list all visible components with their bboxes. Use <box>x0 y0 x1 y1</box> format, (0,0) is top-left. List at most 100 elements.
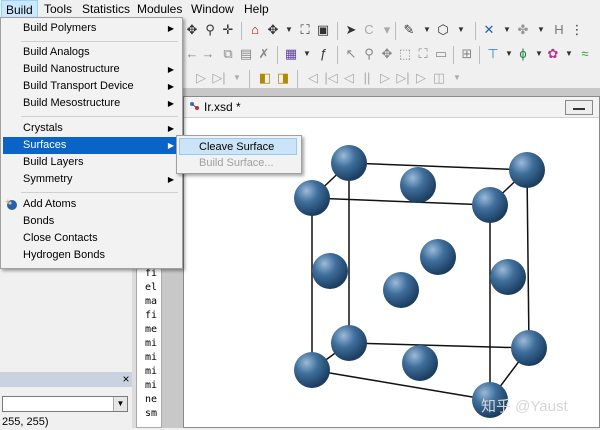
clean-icon[interactable]: H <box>551 22 567 38</box>
menu-item-crystals[interactable]: Crystals ▶ <box>3 120 180 137</box>
wave-icon[interactable]: ≈ <box>577 46 593 62</box>
menu-help[interactable]: Help <box>240 0 273 18</box>
close-icon[interactable]: × <box>120 372 132 387</box>
iridium-atom[interactable] <box>509 152 545 188</box>
chevron-down-icon[interactable]: ▼ <box>499 22 515 38</box>
menu-item-build-layers[interactable]: Build Layers <box>3 154 180 171</box>
chevron-down-icon[interactable]: ▼ <box>281 22 297 38</box>
iridium-atom[interactable] <box>420 239 456 275</box>
lasso-icon[interactable]: C <box>361 22 377 38</box>
frame-icon[interactable]: ▭ <box>433 46 449 62</box>
iridium-atom[interactable] <box>312 253 348 289</box>
cube-alt-icon[interactable]: ◨ <box>275 70 291 86</box>
last-frame-icon[interactable]: ▷ <box>413 70 429 86</box>
delete-icon[interactable]: ✗ <box>256 46 272 62</box>
toolbar-row-1: ✥ ⚲ ✛ ⌂ ✥ ▼ ⛶ ▣ ➤ C ▾ ✎ ▼ ⬡ ▼ ✕ ▼ ✤ ▼ H … <box>181 19 600 44</box>
svg-text:+: + <box>5 198 11 206</box>
home-icon[interactable]: ⌂ <box>247 22 263 38</box>
menu-item-add-atoms[interactable]: + Add Atoms <box>3 196 180 213</box>
right-arrow-icon[interactable]: → <box>200 46 216 62</box>
prev-frame-icon[interactable]: |◁ <box>323 70 339 86</box>
iridium-atom[interactable] <box>402 345 438 381</box>
pause-icon[interactable]: || <box>359 70 375 86</box>
function-icon[interactable]: ƒ <box>315 46 331 62</box>
select-icon[interactable]: ➤ <box>343 22 359 38</box>
chevron-right-icon: ▶ <box>167 175 174 184</box>
play-icon[interactable]: ▷ <box>193 70 209 86</box>
sketch-atom-icon[interactable]: ✎ <box>401 22 417 38</box>
rect-select-icon[interactable]: ⬚ <box>397 46 413 62</box>
iridium-atom[interactable] <box>490 259 526 295</box>
menu-item-build-transport-device[interactable]: Build Transport Device ▶ <box>3 78 180 95</box>
crystal-icon[interactable]: ⊤ <box>485 46 501 62</box>
chevron-down-icon[interactable]: ▼ <box>561 46 577 62</box>
pan-icon[interactable]: ✛ <box>220 22 236 38</box>
sketch-ring-icon[interactable]: ⬡ <box>435 22 451 38</box>
menu-statistics[interactable]: Statistics <box>78 0 134 18</box>
cube-icon[interactable]: ◧ <box>257 70 273 86</box>
menu-item-hydrogen-bonds[interactable]: Hydrogen Bonds <box>3 247 180 264</box>
fit-icon[interactable]: ⛶ <box>415 46 431 62</box>
chevron-down-icon[interactable]: ▼ <box>419 22 435 38</box>
rgb-readout: 255, 255) <box>2 416 49 428</box>
iridium-atom[interactable] <box>331 325 367 361</box>
fragment-icon[interactable]: ⋮ <box>569 22 585 38</box>
chevron-down-icon[interactable]: ▼ <box>449 70 465 86</box>
menu-window[interactable]: Window <box>187 0 238 18</box>
pointer-icon[interactable]: ↖ <box>343 46 359 62</box>
toolbar-separator <box>479 46 480 64</box>
display-style-icon[interactable]: ▣ <box>315 22 331 38</box>
menu-build[interactable]: Build <box>1 0 38 18</box>
menu-item-build-nanostructure[interactable]: Build Nanostructure ▶ <box>3 61 180 78</box>
iridium-atom[interactable] <box>472 187 508 223</box>
chevron-down-icon[interactable]: ▾ <box>379 22 395 38</box>
menu-tools[interactable]: Tools <box>40 0 76 18</box>
hydrogen-icon[interactable]: ✤ <box>515 22 531 38</box>
menu-item-cleave-surface[interactable]: Cleave Surface <box>179 138 297 155</box>
menu-item-bonds[interactable]: Bonds <box>3 213 180 230</box>
back-icon[interactable]: ◁ <box>341 70 357 86</box>
menu-item-build-analogs[interactable]: Build Analogs <box>3 44 180 61</box>
next-frame-icon[interactable]: ▷| <box>395 70 411 86</box>
rotate-icon[interactable]: ✥ <box>265 22 281 38</box>
chevron-down-icon[interactable]: ▼ <box>533 22 549 38</box>
menu-modules[interactable]: Modules <box>133 0 186 18</box>
grid-icon[interactable]: ▦ <box>283 46 299 62</box>
toolbar-separator <box>337 22 338 40</box>
minimize-button[interactable] <box>565 100 593 115</box>
magnify-icon[interactable]: ⚲ <box>361 46 377 62</box>
chevron-down-icon[interactable]: ▼ <box>113 397 127 411</box>
iridium-atom[interactable] <box>400 167 436 203</box>
zoom-icon[interactable]: ⚲ <box>202 22 218 38</box>
forward-icon[interactable]: ▷ <box>377 70 393 86</box>
record-icon[interactable]: ◫ <box>431 70 447 86</box>
iridium-atom[interactable] <box>294 180 330 216</box>
iridium-atom[interactable] <box>383 272 419 308</box>
fit-icon[interactable]: ⛶ <box>297 22 313 38</box>
chevron-down-icon[interactable]: ▼ <box>229 70 245 86</box>
left-arrow-icon[interactable]: ← <box>184 46 200 62</box>
text-line: mi <box>145 380 158 391</box>
menu-item-close-contacts[interactable]: Close Contacts <box>3 230 180 247</box>
chevron-down-icon[interactable]: ▼ <box>299 46 315 62</box>
measure-icon[interactable]: ✕ <box>481 22 497 38</box>
step-icon[interactable]: ▷| <box>211 70 227 86</box>
iridium-atom[interactable] <box>511 330 547 366</box>
paste-icon[interactable]: ▤ <box>238 46 254 62</box>
move-icon[interactable]: ✥ <box>379 46 395 62</box>
chevron-down-icon[interactable]: ▼ <box>453 22 469 38</box>
copy-icon[interactable]: ⧉ <box>220 46 236 62</box>
menu-item-build-mesostructure[interactable]: Build Mesostructure ▶ <box>3 95 180 112</box>
menu-item-surfaces[interactable]: Surfaces ▶ <box>3 137 180 154</box>
text-pane[interactable]: fi el ma fi me mi mi mi mi ne sm <box>136 263 162 428</box>
menu-item-symmetry[interactable]: Symmetry ▶ <box>3 171 180 188</box>
molecule-icon[interactable]: ϕ <box>515 46 531 62</box>
menu-item-build-polymers[interactable]: Build Polymers ▶ <box>3 20 180 37</box>
first-frame-icon[interactable]: ◁ <box>305 70 321 86</box>
grid-icon[interactable]: ⊞ <box>459 46 475 62</box>
property-combo[interactable]: ▼ <box>2 396 128 412</box>
iridium-atom[interactable] <box>331 145 367 181</box>
move-icon[interactable]: ✥ <box>184 22 200 38</box>
iridium-atom[interactable] <box>294 352 330 388</box>
atoms-icon[interactable]: ✿ <box>545 46 561 62</box>
